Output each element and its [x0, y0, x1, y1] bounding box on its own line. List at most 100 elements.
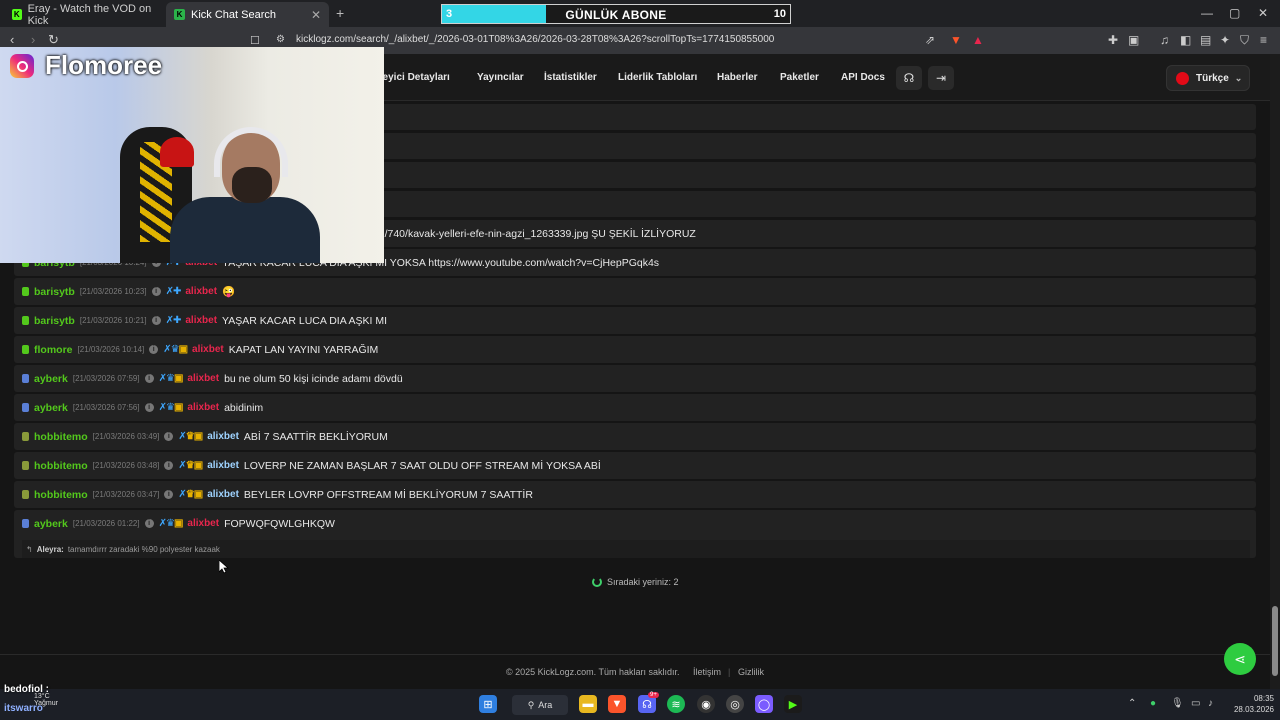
privacy-link[interactable]: Gizlilik	[738, 667, 764, 677]
nav-statistics[interactable]: İstatistikler	[544, 72, 597, 83]
close-tab-icon[interactable]: ✕	[311, 8, 321, 22]
menu-icon[interactable]: ≡	[1260, 33, 1267, 47]
brave-shield-icon[interactable]: ▼	[950, 33, 962, 47]
leo-ai-icon[interactable]: ✦	[1220, 33, 1230, 47]
microphone-icon[interactable]: 🎙	[1171, 698, 1184, 709]
info-icon[interactable]: i	[151, 287, 161, 296]
taskbar-search[interactable]: ⚲ Ara	[512, 695, 568, 715]
table-row: barisytb [21/03/2026 10:21] i ✗✚ alixbet…	[14, 307, 1256, 334]
badge-icons: ✗♛▣	[158, 402, 184, 413]
reload-icon[interactable]: ↻	[48, 32, 59, 48]
kick-app-icon[interactable]: ▶	[784, 695, 802, 713]
bookmark-icon[interactable]: ☐	[250, 34, 260, 47]
contact-link[interactable]: İletişim	[693, 667, 721, 677]
turkey-flag-icon	[1176, 71, 1189, 85]
info-icon[interactable]: i	[149, 345, 159, 354]
badge-icons: ✗♛▣	[178, 460, 203, 471]
info-icon[interactable]: i	[164, 461, 174, 470]
message-text: YAŞAR KACAR LUCA DIA AŞKI MI	[222, 314, 387, 327]
channel-name[interactable]: alixbet	[187, 518, 219, 529]
instagram-icon	[10, 54, 34, 78]
info-icon[interactable]: i	[164, 432, 174, 441]
network-icon[interactable]: ▭	[1191, 698, 1200, 709]
search-label: Ara	[538, 700, 553, 710]
discord-button[interactable]: ☊	[896, 66, 922, 90]
clock-time: 08:35	[1253, 694, 1274, 703]
language-select[interactable]: Türkçe ⌄	[1166, 65, 1250, 91]
brave-rewards-icon[interactable]: ▲	[972, 33, 984, 47]
username[interactable]: flomore	[34, 344, 73, 356]
nav-api-docs[interactable]: API Docs	[841, 72, 885, 83]
username[interactable]: hobbitemo	[34, 431, 88, 443]
tab-eray-vod[interactable]: K Eray - Watch the VOD on Kick	[4, 2, 164, 27]
file-explorer-icon[interactable]: ▬	[579, 695, 597, 713]
minimize-icon[interactable]: —	[1201, 6, 1213, 20]
share-button[interactable]: ⋖	[1224, 643, 1256, 675]
search-icon: ⚲	[527, 699, 535, 710]
channel-name[interactable]: alixbet	[207, 460, 239, 471]
username[interactable]: barisytb	[34, 315, 75, 327]
close-window-icon[interactable]: ✕	[1258, 6, 1268, 20]
discord-icon: ☊	[903, 71, 915, 85]
spotify-icon[interactable]: ≋	[667, 695, 685, 713]
info-icon[interactable]: i	[144, 374, 154, 383]
vpn-icon[interactable]: ⛉	[1240, 33, 1249, 48]
tab-title: Kick Chat Search	[191, 8, 276, 21]
channel-name[interactable]: alixbet	[187, 373, 219, 384]
username[interactable]: ayberk	[34, 402, 68, 414]
info-icon[interactable]: i	[144, 403, 154, 412]
nav-packages[interactable]: Paketler	[780, 72, 819, 83]
url-field[interactable]: kicklogz.com/search/_/alixbet/_/2026-03-…	[296, 34, 774, 45]
channel-name[interactable]: alixbet	[192, 344, 224, 355]
brave-browser-icon[interactable]: ▼	[608, 695, 626, 713]
nav-leaderboards[interactable]: Liderlik Tabloları	[618, 72, 697, 83]
username[interactable]: ayberk	[34, 518, 68, 530]
info-icon[interactable]: i	[151, 316, 161, 325]
forward-icon[interactable]: ›	[31, 32, 35, 47]
table-row: ayberk [21/03/2026 07:56] i ✗♛▣ alixbet …	[14, 394, 1256, 421]
timestamp: [21/03/2026 07:59]	[72, 374, 140, 383]
page-scrollbar[interactable]	[1270, 54, 1280, 689]
sidebar-icon[interactable]: ◧	[1180, 33, 1191, 47]
back-icon[interactable]: ‹	[10, 32, 14, 47]
volume-icon[interactable]: ♪	[1208, 698, 1213, 709]
username[interactable]: hobbitemo	[34, 489, 88, 501]
info-icon[interactable]: i	[164, 490, 174, 499]
extensions-icon[interactable]: ✚	[1108, 33, 1118, 47]
webcam-santa-hat	[160, 137, 194, 167]
windows-start-icon[interactable]: ⊞	[479, 695, 497, 713]
system-clock[interactable]: 08:35 28.03.2026	[1226, 693, 1274, 715]
user-badge-icon	[22, 432, 29, 441]
tab-capture-icon[interactable]: ▣	[1128, 33, 1139, 47]
username[interactable]: barisytb	[34, 286, 75, 298]
kick-favicon-icon: K	[12, 9, 22, 20]
username[interactable]: ayberk	[34, 373, 68, 385]
scrollbar-thumb[interactable]	[1272, 606, 1278, 676]
tray-chevron-icon[interactable]: ⌃	[1128, 698, 1136, 709]
info-icon[interactable]: i	[144, 519, 154, 528]
site-settings-icon[interactable]: ⚙	[276, 34, 285, 45]
media-icon[interactable]: ♫	[1160, 33, 1169, 47]
channel-name[interactable]: alixbet	[185, 286, 217, 297]
channel-name[interactable]: alixbet	[207, 489, 239, 500]
channel-name[interactable]: alixbet	[185, 315, 217, 326]
channel-name[interactable]: alixbet	[187, 402, 219, 413]
channel-name[interactable]: alixbet	[207, 431, 239, 442]
nav-news[interactable]: Haberler	[717, 72, 758, 83]
new-tab-button[interactable]: +	[336, 5, 344, 21]
nav-streamers[interactable]: Yayıncılar	[477, 72, 524, 83]
maximize-icon[interactable]: ▢	[1229, 6, 1240, 20]
username[interactable]: hobbitemo	[34, 460, 88, 472]
obs-icon[interactable]: ◉	[697, 695, 715, 713]
app-icon[interactable]: ◎	[726, 695, 744, 713]
wallet-icon[interactable]: ▤	[1200, 33, 1211, 47]
tray-status-icon[interactable]: ●	[1150, 698, 1156, 709]
login-button[interactable]: ⇥	[928, 66, 954, 90]
login-icon: ⇥	[935, 71, 947, 85]
timestamp: [21/03/2026 07:56]	[72, 403, 140, 412]
tab-kick-chat-search[interactable]: K Kick Chat Search ✕	[166, 2, 329, 27]
share-page-icon[interactable]: ⇗	[925, 33, 935, 47]
badge-icons: ✗♛▣	[158, 373, 184, 384]
webcam-person-body	[170, 197, 320, 263]
twitch-studio-icon[interactable]: ◯	[755, 695, 773, 713]
